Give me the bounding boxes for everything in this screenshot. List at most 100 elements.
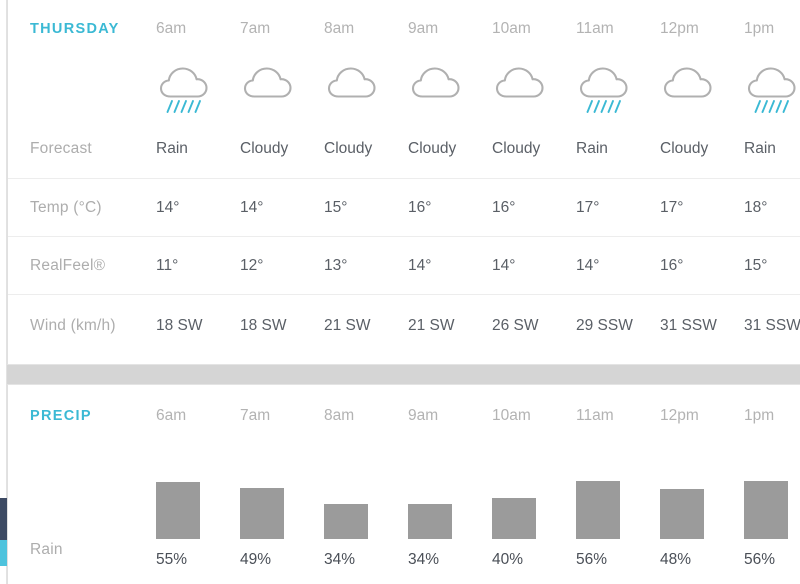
temperature-value: 14° <box>240 198 264 216</box>
realfeel-row: RealFeel® 11° 12° 13° 14° 14° 14° 16° 15… <box>8 236 800 294</box>
precip-bar-cell: 34% <box>324 447 408 577</box>
hour-label: 9am <box>408 407 439 424</box>
precip-bar-label: 34% <box>408 551 440 568</box>
panel-separator <box>7 365 800 384</box>
hour-label: 10am <box>492 20 531 37</box>
row-label-forecast: Forecast <box>30 140 92 157</box>
rain-icon <box>747 67 796 113</box>
row-label-wind: Wind (km/h) <box>30 316 116 334</box>
realfeel-value: 13° <box>324 256 348 274</box>
wind-value: 31 SSW <box>744 316 800 334</box>
forecast-value: Cloudy <box>408 140 457 157</box>
scrollbar-thumb-accent[interactable] <box>0 540 7 566</box>
precip-bar-cell: 55% <box>156 447 240 577</box>
weather-icon-cell <box>156 58 240 120</box>
precip-bar-label: 56% <box>576 551 608 568</box>
temperature-value: 17° <box>660 198 684 216</box>
precip-panel: PRECIP 6am 7am 8am 9am 10am 11am 12pm 1p… <box>7 384 800 584</box>
forecast-value: Rain <box>744 140 776 157</box>
precip-bar-cell: 56% <box>576 447 660 577</box>
forecast-value: Cloudy <box>240 140 289 157</box>
wind-value: 26 SW <box>492 316 539 334</box>
forecast-value: Cloudy <box>324 140 373 157</box>
hourly-forecast-panel: THURSDAY 6am 7am 8am 9am 10am 11am 12pm … <box>7 0 800 365</box>
forecast-value: Rain <box>576 140 608 157</box>
precip-bar-cell: 49% <box>240 447 324 577</box>
cloudy-icon <box>495 67 544 98</box>
temperature-value: 18° <box>744 198 768 216</box>
precip-rain-row: Rain 55% 49% 34% 34% 40% 56% 48% 56% <box>8 447 800 577</box>
hour-label: 8am <box>324 20 355 37</box>
weather-icon-cell <box>408 58 492 120</box>
forecast-value: Cloudy <box>660 140 709 157</box>
precip-bar-label: 40% <box>492 551 524 568</box>
weather-icon-cell <box>660 58 744 120</box>
cloudy-icon <box>411 67 460 98</box>
scrollbar-thumb[interactable] <box>0 498 7 540</box>
weather-icon-cell <box>576 58 660 120</box>
precip-bar-label: 34% <box>324 551 356 568</box>
precip-bar-label: 55% <box>156 551 188 568</box>
vertical-scrollbar[interactable] <box>0 0 7 584</box>
precip-bar <box>156 482 200 539</box>
hour-label: 7am <box>240 407 271 424</box>
precip-bar <box>240 488 284 539</box>
precip-bar <box>324 504 368 539</box>
hour-label: 12pm <box>660 20 699 37</box>
cloudy-icon <box>243 67 292 98</box>
temperature-value: 16° <box>408 198 432 216</box>
precip-bar-cell: 40% <box>492 447 576 577</box>
precip-bar-cell: 56% <box>744 447 800 577</box>
wind-row: Wind (km/h) 18 SW 18 SW 21 SW 21 SW 26 S… <box>8 294 800 356</box>
weather-icon-cell <box>324 58 408 120</box>
precip-header-row: PRECIP 6am 7am 8am 9am 10am 11am 12pm 1p… <box>8 385 800 447</box>
wind-value: 18 SW <box>156 316 203 334</box>
realfeel-value: 14° <box>576 256 600 274</box>
cloudy-icon <box>327 67 376 98</box>
weather-icon-cell <box>744 58 800 120</box>
wind-value: 21 SW <box>408 316 455 334</box>
hour-label: 11am <box>576 20 614 37</box>
hour-label: 11am <box>576 407 614 424</box>
precip-bar <box>576 481 620 539</box>
hour-label: 6am <box>156 407 187 424</box>
precip-bar-cell: 34% <box>408 447 492 577</box>
wind-value: 29 SSW <box>576 316 633 334</box>
hourly-header-row: THURSDAY 6am 7am 8am 9am 10am 11am 12pm … <box>8 0 800 58</box>
realfeel-value: 15° <box>744 256 768 274</box>
rain-icon <box>159 67 208 113</box>
temperature-value: 17° <box>576 198 600 216</box>
precip-bar <box>744 481 788 539</box>
forecast-row: Forecast Rain Cloudy Cloudy Cloudy Cloud… <box>8 120 800 178</box>
hour-label: 12pm <box>660 407 699 424</box>
forecast-value: Cloudy <box>492 140 541 157</box>
row-label-temp: Temp (°C) <box>30 198 102 216</box>
precip-bar-label: 56% <box>744 551 776 568</box>
cloudy-icon <box>663 67 712 98</box>
precip-bar <box>408 504 452 539</box>
hour-label: 8am <box>324 407 355 424</box>
weather-icon-row <box>8 58 800 120</box>
precip-bar-label: 49% <box>240 551 272 568</box>
hour-label: 7am <box>240 20 271 37</box>
temperature-value: 15° <box>324 198 348 216</box>
realfeel-value: 16° <box>660 256 684 274</box>
row-label-realfeel: RealFeel® <box>30 256 106 274</box>
row-label-rain: Rain <box>30 541 63 558</box>
temperature-value: 16° <box>492 198 516 216</box>
temperature-row: Temp (°C) 14° 14° 15° 16° 16° 17° 17° 18… <box>8 178 800 236</box>
day-label: THURSDAY <box>30 21 120 37</box>
wind-value: 21 SW <box>324 316 371 334</box>
rain-icon <box>579 67 628 113</box>
temperature-value: 14° <box>156 198 180 216</box>
forecast-value: Rain <box>156 140 188 157</box>
weather-icon-cell <box>492 58 576 120</box>
realfeel-value: 12° <box>240 256 264 274</box>
hour-label: 1pm <box>744 407 775 424</box>
precip-bar-label: 48% <box>660 551 692 568</box>
precip-bar <box>660 489 704 539</box>
precip-section-label: PRECIP <box>30 408 92 424</box>
realfeel-value: 14° <box>408 256 432 274</box>
hour-label: 1pm <box>744 20 775 37</box>
weather-forecast-page: THURSDAY 6am 7am 8am 9am 10am 11am 12pm … <box>7 0 800 584</box>
